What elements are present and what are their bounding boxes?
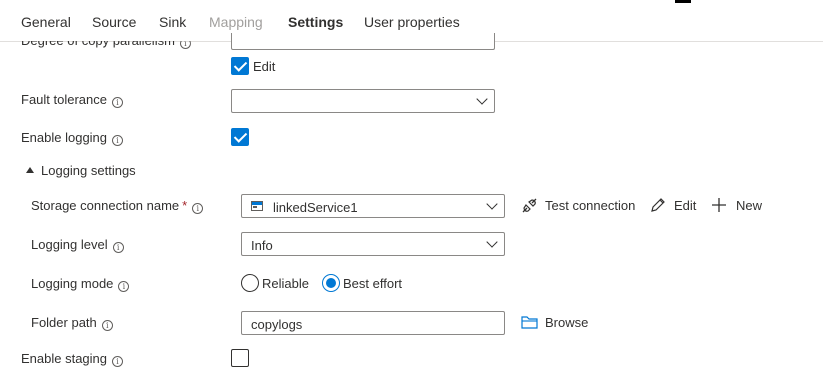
info-icon[interactable]: i [112, 242, 124, 253]
chevron-down-icon [476, 93, 488, 105]
enable-logging-label: Enable logging i [21, 130, 124, 146]
pencil-icon [651, 198, 665, 212]
info-icon[interactable]: i [101, 320, 113, 331]
linked-service-icon [251, 201, 263, 211]
new-connection-button[interactable]: New [711, 197, 767, 215]
tab-mapping[interactable]: Mapping [209, 14, 263, 30]
folder-path-input[interactable]: copylogs [241, 311, 505, 335]
collapse-triangle-icon[interactable] [26, 167, 34, 173]
logging-mode-best-effort-label[interactable]: Best effort [343, 276, 402, 291]
chevron-down-icon [486, 198, 498, 210]
info-icon[interactable]: i [112, 135, 124, 146]
logging-mode-label: Logging mode i [31, 276, 130, 292]
fault-tolerance-label: Fault tolerance i [21, 92, 123, 108]
info-icon[interactable]: i [118, 281, 130, 292]
info-icon[interactable]: i [112, 97, 123, 108]
test-connection-button[interactable]: Test connection [521, 197, 639, 215]
enable-logging-checkbox[interactable] [231, 128, 249, 146]
tab-general[interactable]: General [21, 14, 71, 30]
info-icon[interactable]: i [192, 203, 204, 214]
logging-mode-reliable-radio[interactable] [241, 274, 259, 292]
logging-level-label: Logging level i [31, 237, 124, 253]
edit-connection-button[interactable]: Edit [650, 197, 700, 215]
folder-path-label: Folder path i [31, 315, 113, 331]
logging-mode-reliable-label[interactable]: Reliable [262, 276, 309, 291]
parallel-copies-input[interactable] [231, 33, 495, 50]
parallel-copies-edit-checkbox[interactable] [231, 57, 249, 75]
window-edge-marker [675, 0, 691, 3]
storage-connection-dropdown[interactable]: linkedService1 [241, 194, 505, 218]
chevron-down-icon [486, 236, 498, 248]
storage-connection-label: Storage connection name * i [31, 198, 204, 214]
logging-mode-best-effort-radio[interactable] [322, 274, 340, 292]
enable-staging-checkbox[interactable] [231, 349, 249, 367]
tab-sink[interactable]: Sink [159, 14, 186, 30]
enable-staging-label: Enable staging i [21, 351, 124, 367]
logging-settings-header[interactable]: Logging settings [41, 163, 136, 178]
browse-button[interactable]: Browse [521, 314, 591, 332]
plug-icon [522, 198, 537, 213]
plus-icon [712, 198, 726, 212]
folder-icon [521, 316, 538, 329]
tab-source[interactable]: Source [92, 14, 136, 30]
tab-settings[interactable]: Settings [288, 14, 343, 30]
fault-tolerance-dropdown[interactable] [231, 89, 495, 113]
tab-user-properties[interactable]: User properties [364, 14, 460, 30]
info-icon[interactable]: i [112, 356, 124, 367]
logging-level-dropdown[interactable]: Info [241, 232, 505, 256]
parallel-copies-edit-label: Edit [253, 59, 276, 74]
